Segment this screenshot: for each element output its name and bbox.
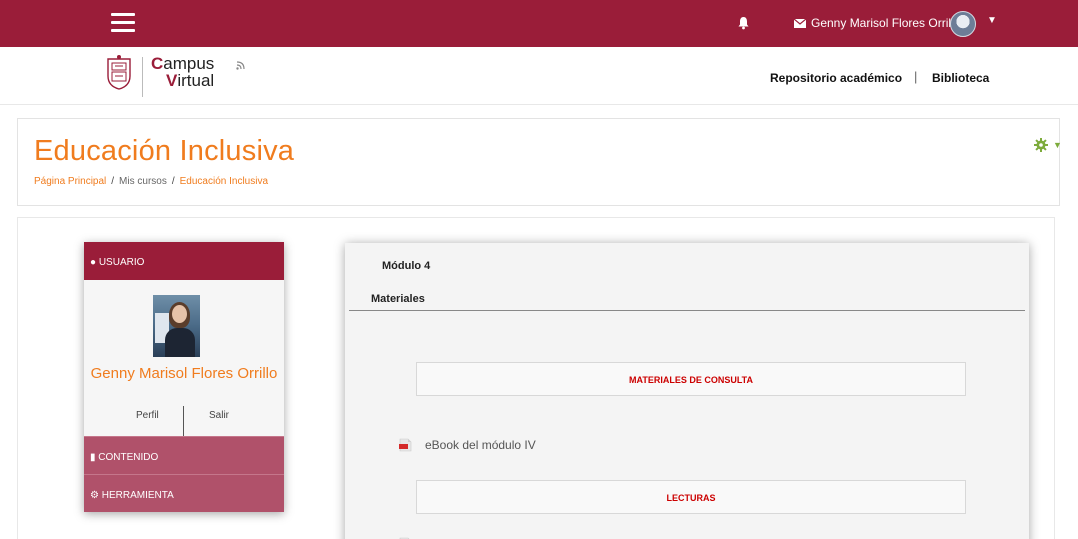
breadcrumb-separator: / [111, 176, 115, 187]
section-materiales-de-consulta[interactable]: MATERIALES DE CONSULTA [416, 362, 966, 396]
section-lecturas[interactable]: LECTURAS [416, 480, 966, 514]
breadcrumb-home-link[interactable]: Página Principal [34, 176, 106, 187]
cogs-icon: ⚙ [90, 490, 99, 501]
top-navbar: Genny Marisol Flores Orrillo ▼ [0, 0, 1078, 47]
menu-herramienta[interactable]: ⚙ HERRAMIENTA [84, 474, 284, 512]
page-header-card: Educación Inclusiva Página Principal / Mis… [17, 118, 1062, 206]
module-title: Módulo 4 [382, 260, 431, 272]
wifi-icon [236, 61, 245, 70]
materials-heading: Materiales [371, 293, 425, 305]
gear-icon[interactable] [1034, 138, 1048, 152]
logo-virtual-text: irtual [177, 71, 215, 90]
user-block-body: Genny Marisol Flores Orrillo Perfil Sali… [84, 280, 284, 436]
nav-separator: | [914, 69, 918, 84]
user-full-name[interactable]: Genny Marisol Flores Orrillo [84, 365, 284, 383]
site-header: Campus Virtual Repositorio académico | B… [0, 47, 1078, 105]
user-name-label[interactable]: Genny Marisol Flores Orrillo [811, 16, 960, 30]
user-icon: ● [90, 257, 97, 268]
module-content-panel: Módulo 4 Materiales MATERIALES DE CONSUL… [345, 243, 1029, 539]
pdf-icon [399, 438, 412, 452]
salir-link[interactable]: Salir [209, 410, 229, 421]
logo-divider [142, 57, 143, 97]
content-icon: ▮ [90, 452, 96, 463]
nav-biblioteca-link[interactable]: Biblioteca [932, 71, 989, 85]
user-block: ● USUARIO Genny Marisol Flores Orrillo P… [84, 242, 284, 512]
nav-repositorio-link[interactable]: Repositorio académico [770, 71, 902, 85]
materials-divider [349, 310, 1025, 311]
caret-down-icon[interactable]: ▼ [987, 15, 997, 26]
divider [183, 406, 184, 436]
university-crest-logo[interactable] [106, 54, 132, 90]
breadcrumb-separator: / [171, 176, 175, 187]
gear-caret-down-icon[interactable]: ▼ [1053, 140, 1062, 150]
breadcrumb-course-link[interactable]: Educación Inclusiva [180, 176, 268, 187]
user-profile-photo[interactable] [153, 295, 200, 357]
ebook-resource-link[interactable]: eBook del módulo IV [425, 438, 536, 452]
hamburger-menu-icon[interactable] [111, 13, 135, 33]
breadcrumb: Página Principal / Mis cursos / Educación In… [34, 176, 268, 187]
user-actions: Perfil Salir [84, 406, 284, 436]
envelope-icon[interactable] [794, 19, 806, 28]
menu-herramienta-label: HERRAMIENTA [101, 490, 174, 501]
avatar[interactable] [950, 11, 976, 37]
perfil-link[interactable]: Perfil [136, 410, 159, 421]
breadcrumb-mis-cursos-link[interactable]: Mis cursos [119, 176, 167, 187]
campus-virtual-logo[interactable]: Campus Virtual [151, 55, 214, 89]
user-block-header: ● USUARIO [84, 242, 284, 280]
page-title: Educación Inclusiva [34, 135, 295, 167]
menu-contenido-label: CONTENIDO [98, 452, 159, 463]
bell-icon[interactable] [737, 16, 750, 30]
menu-contenido[interactable]: ▮ CONTENIDO [84, 436, 284, 474]
user-block-title: USUARIO [98, 257, 145, 268]
